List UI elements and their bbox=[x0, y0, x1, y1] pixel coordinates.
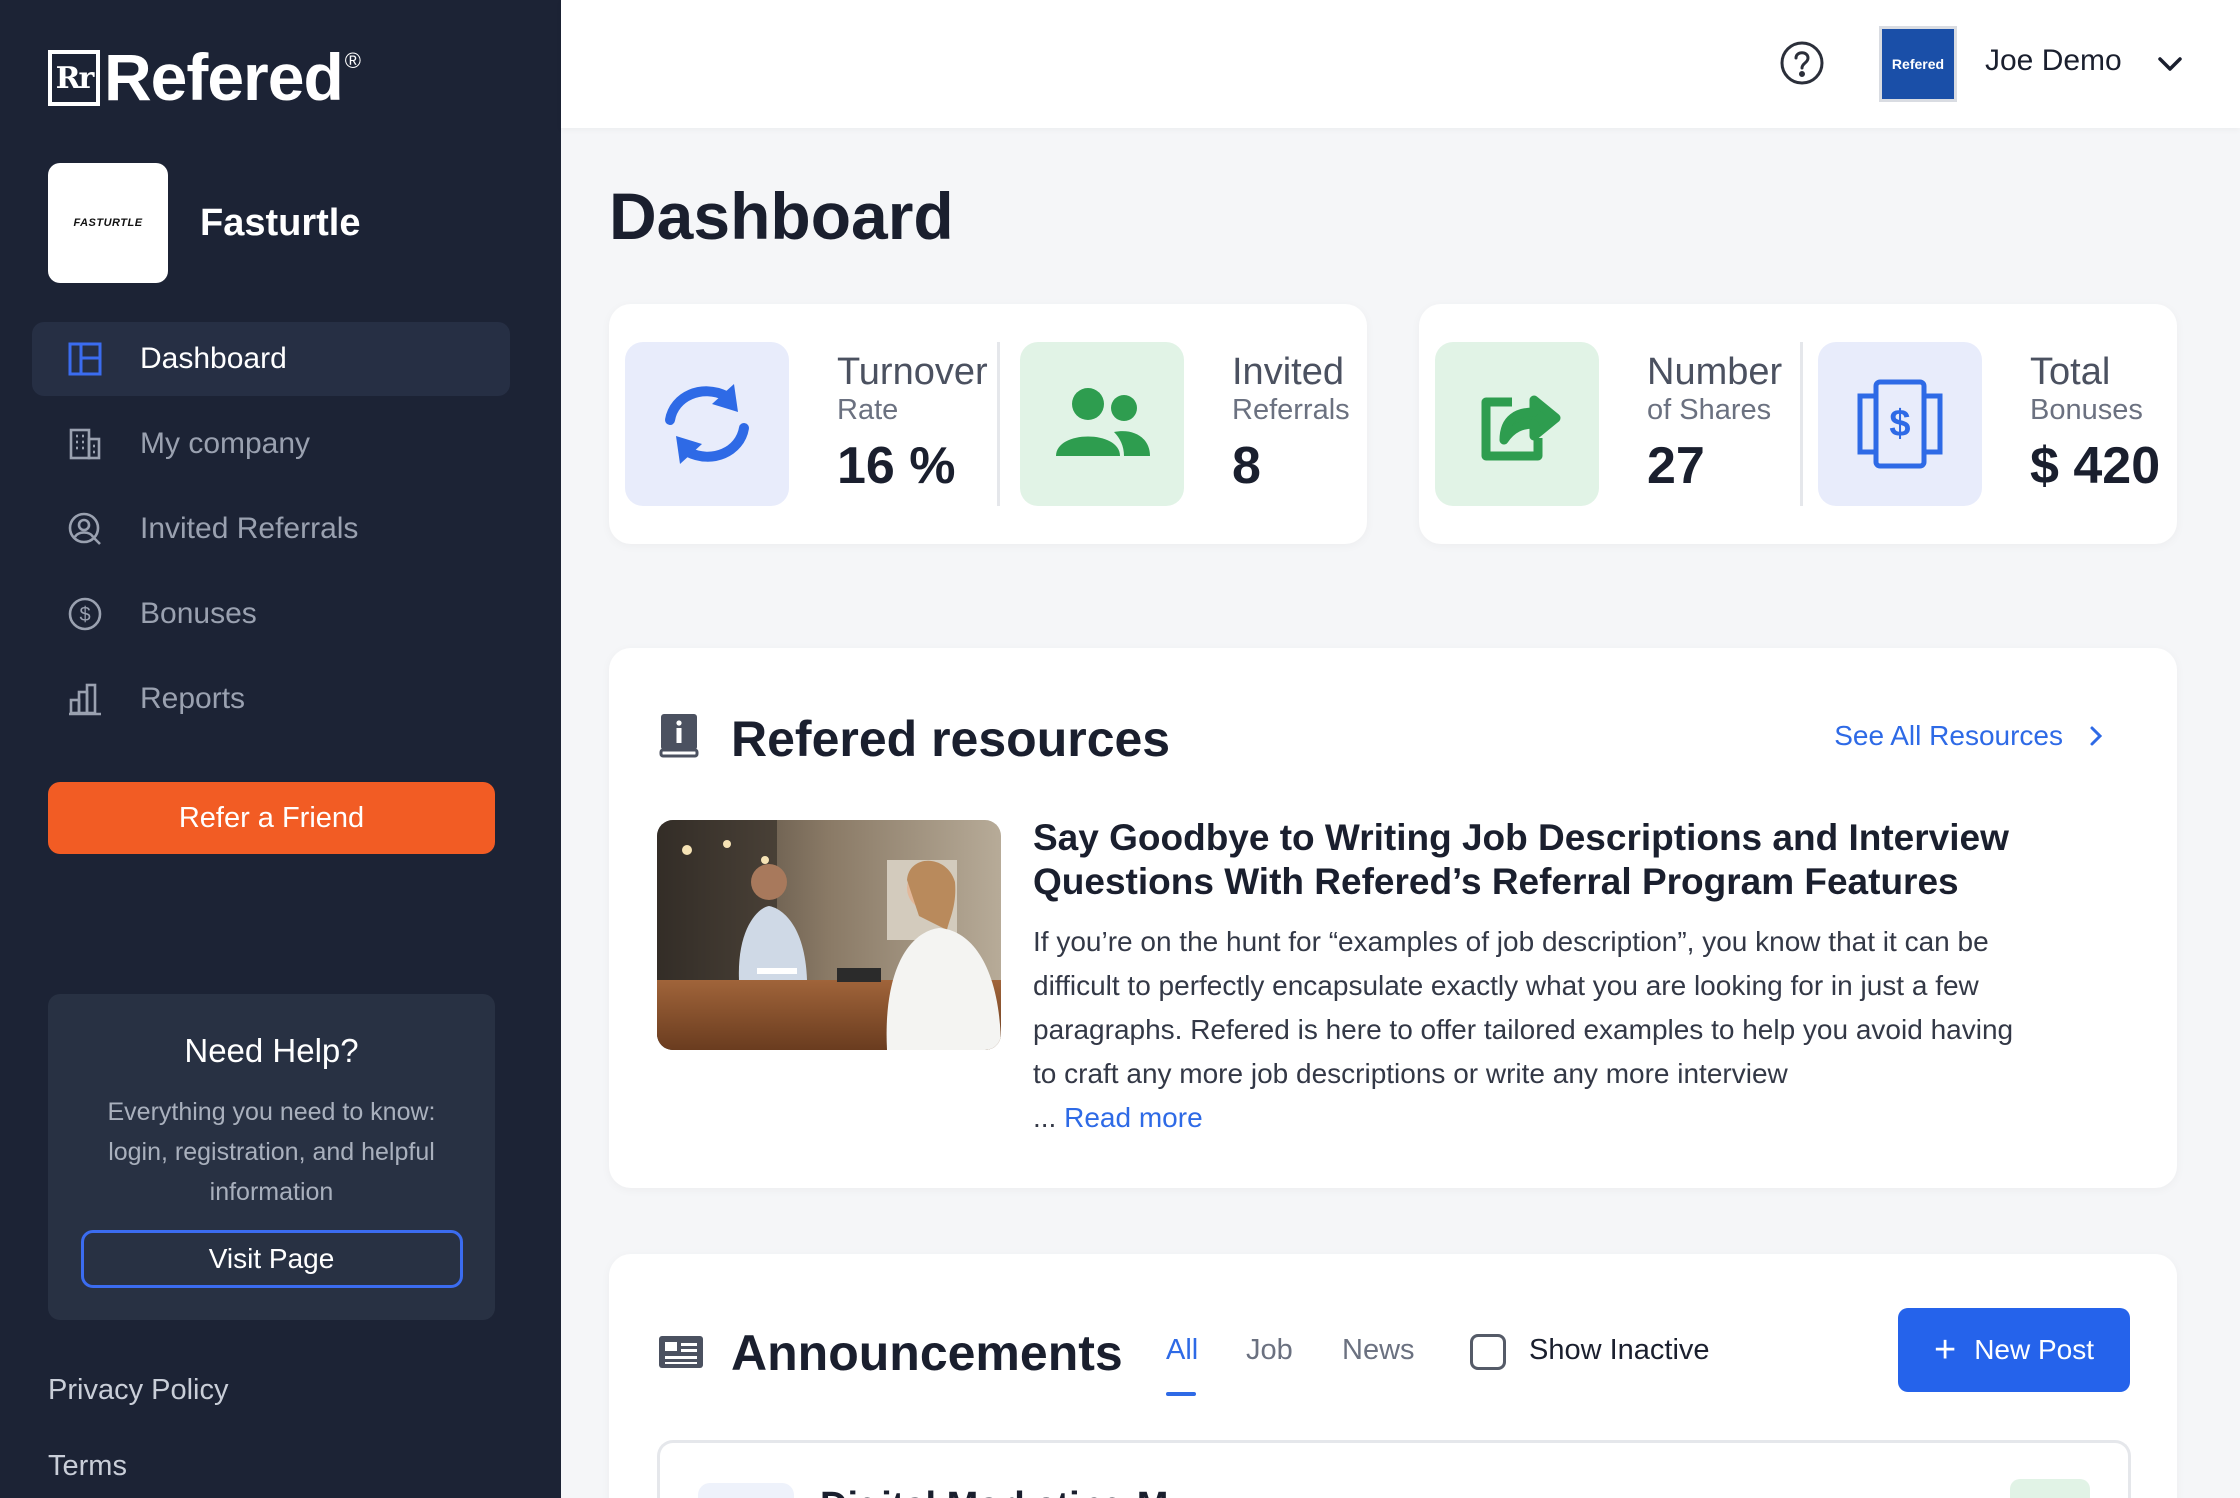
tab-all[interactable]: All bbox=[1166, 1334, 1198, 1367]
avatar-text: Refered bbox=[1891, 56, 1945, 72]
sidebar: Rr Refered ® FASTURTLE Fasturtle Dashboa… bbox=[0, 0, 561, 1498]
stat-sublabel: Referrals bbox=[1232, 394, 1350, 426]
chevron-down-icon[interactable] bbox=[2155, 52, 2185, 76]
stat-label: Total bbox=[2030, 351, 2111, 393]
dollar-circle-icon: $ bbox=[66, 595, 104, 633]
refer-friend-button[interactable]: Refer a Friend bbox=[48, 782, 495, 854]
company-logo-text: FASTURTLE bbox=[73, 217, 143, 229]
plus-icon: + bbox=[1933, 1329, 1957, 1371]
active-tab-indicator bbox=[1166, 1392, 1196, 1396]
brand-mark: Rr bbox=[48, 50, 100, 106]
company-name: Fasturtle bbox=[200, 201, 361, 244]
show-inactive-checkbox[interactable] bbox=[1470, 1334, 1506, 1370]
announcement-thumbnail bbox=[698, 1483, 794, 1498]
sidebar-item-label: Reports bbox=[140, 682, 246, 715]
sidebar-item-my-company[interactable]: My company bbox=[32, 407, 510, 481]
company-switcher[interactable]: FASTURTLE Fasturtle bbox=[48, 163, 360, 283]
article-title[interactable]: Say Goodbye to Writing Job Descriptions … bbox=[1033, 816, 2033, 904]
company-logo: FASTURTLE bbox=[48, 163, 168, 283]
brand-logo[interactable]: Rr Refered ® bbox=[48, 44, 361, 110]
sidebar-item-label: My company bbox=[140, 427, 311, 460]
article-excerpt: If you’re on the hunt for “examples of j… bbox=[1033, 920, 2033, 1140]
layout-icon bbox=[66, 340, 104, 378]
stat-label: Invited bbox=[1232, 351, 1344, 393]
bar-chart-icon bbox=[66, 680, 104, 718]
article-image[interactable] bbox=[657, 820, 1001, 1050]
divider bbox=[1800, 342, 1803, 506]
stat-value: 16 % bbox=[837, 437, 956, 495]
refresh-icon bbox=[625, 342, 789, 506]
sidebar-item-label: Bonuses bbox=[140, 597, 257, 630]
stat-number-of-shares: Number of Shares 27 bbox=[1435, 342, 1782, 506]
newspaper-icon bbox=[659, 1336, 703, 1368]
stat-turnover-rate: Turnover Rate 16 % bbox=[625, 342, 988, 506]
info-book-icon bbox=[659, 714, 699, 758]
stat-label: Turnover bbox=[837, 351, 988, 393]
show-inactive-label[interactable]: Show Inactive bbox=[1529, 1334, 1710, 1367]
brand-registered: ® bbox=[344, 48, 361, 73]
brand-name: Refered bbox=[104, 40, 344, 114]
user-search-icon bbox=[66, 510, 104, 548]
users-icon bbox=[1020, 342, 1184, 506]
stats-card-sharing: Number of Shares 27 $ Total Bonuses $ 42… bbox=[1419, 304, 2177, 544]
see-all-resources-link[interactable]: See All Resources bbox=[1834, 720, 2103, 752]
visit-page-button[interactable]: Visit Page bbox=[80, 1230, 463, 1288]
sidebar-item-invited-referrals[interactable]: Invited Referrals bbox=[32, 492, 510, 566]
bill-icon: $ bbox=[1818, 342, 1982, 506]
stat-label: Number bbox=[1647, 351, 1783, 393]
sidebar-item-bonuses[interactable]: $ Bonuses bbox=[32, 577, 510, 651]
article-excerpt-text: If you’re on the hunt for “examples of j… bbox=[1033, 926, 2014, 1089]
resources-title: Refered resources bbox=[731, 711, 1171, 767]
privacy-policy-link[interactable]: Privacy Policy bbox=[48, 1374, 229, 1407]
stat-sublabel: Rate bbox=[837, 394, 899, 426]
announcement-title: Digital Marketing M bbox=[820, 1485, 1168, 1498]
page-title: Dashboard bbox=[609, 179, 954, 253]
stat-sublabel: Bonuses bbox=[2030, 394, 2143, 426]
article-ellipsis: ... bbox=[1033, 1102, 1057, 1133]
avatar[interactable]: Refered bbox=[1879, 26, 1957, 102]
chevron-right-icon bbox=[2090, 726, 2103, 746]
read-more-link[interactable]: Read more bbox=[1064, 1102, 1203, 1133]
help-card: Need Help? Everything you need to know: … bbox=[48, 994, 495, 1320]
resources-panel: Refered resources See All Resources Say … bbox=[609, 648, 2177, 1188]
building-icon bbox=[66, 425, 104, 463]
help-title: Need Help? bbox=[184, 1032, 359, 1069]
share-icon bbox=[1435, 342, 1599, 506]
tab-news[interactable]: News bbox=[1342, 1334, 1415, 1367]
sidebar-item-reports[interactable]: Reports bbox=[32, 662, 510, 736]
announcements-title: Announcements bbox=[731, 1325, 1123, 1381]
divider bbox=[997, 342, 1000, 506]
svg-text:$: $ bbox=[79, 604, 90, 626]
new-post-label: New Post bbox=[1974, 1334, 2095, 1365]
stat-invited-referrals: Invited Referrals 8 bbox=[1020, 342, 1350, 506]
terms-link[interactable]: Terms bbox=[48, 1450, 127, 1483]
see-all-label: See All Resources bbox=[1834, 720, 2063, 751]
svg-text:$: $ bbox=[1889, 403, 1910, 445]
stat-sublabel: of Shares bbox=[1647, 394, 1772, 426]
tab-job[interactable]: Job bbox=[1246, 1334, 1293, 1367]
sidebar-item-dashboard[interactable]: Dashboard bbox=[32, 322, 510, 396]
topbar: Refered Joe Demo bbox=[561, 0, 2240, 128]
sidebar-item-label: Invited Referrals bbox=[140, 512, 359, 545]
stat-value: 8 bbox=[1232, 437, 1261, 495]
stat-value: $ 420 bbox=[2030, 437, 2161, 495]
announcements-panel: Announcements All Job News Show Inactive… bbox=[609, 1254, 2177, 1498]
stat-value: 27 bbox=[1647, 437, 1705, 495]
status-badge bbox=[2010, 1479, 2090, 1498]
user-name[interactable]: Joe Demo bbox=[1985, 44, 2122, 78]
new-post-button[interactable]: + New Post bbox=[1898, 1308, 2130, 1392]
stats-card-people: Turnover Rate 16 % Invited Referrals 8 bbox=[609, 304, 1367, 544]
stat-total-bonuses: $ Total Bonuses $ 420 bbox=[1818, 342, 2160, 506]
question-circle-icon[interactable] bbox=[1779, 40, 1825, 86]
sidebar-nav: Dashboard My company Invited Referrals $… bbox=[32, 322, 510, 747]
announcement-item[interactable]: Digital Marketing M bbox=[657, 1440, 2131, 1498]
sidebar-item-label: Dashboard bbox=[140, 342, 287, 375]
help-text: Everything you need to know: login, regi… bbox=[107, 1098, 436, 1206]
